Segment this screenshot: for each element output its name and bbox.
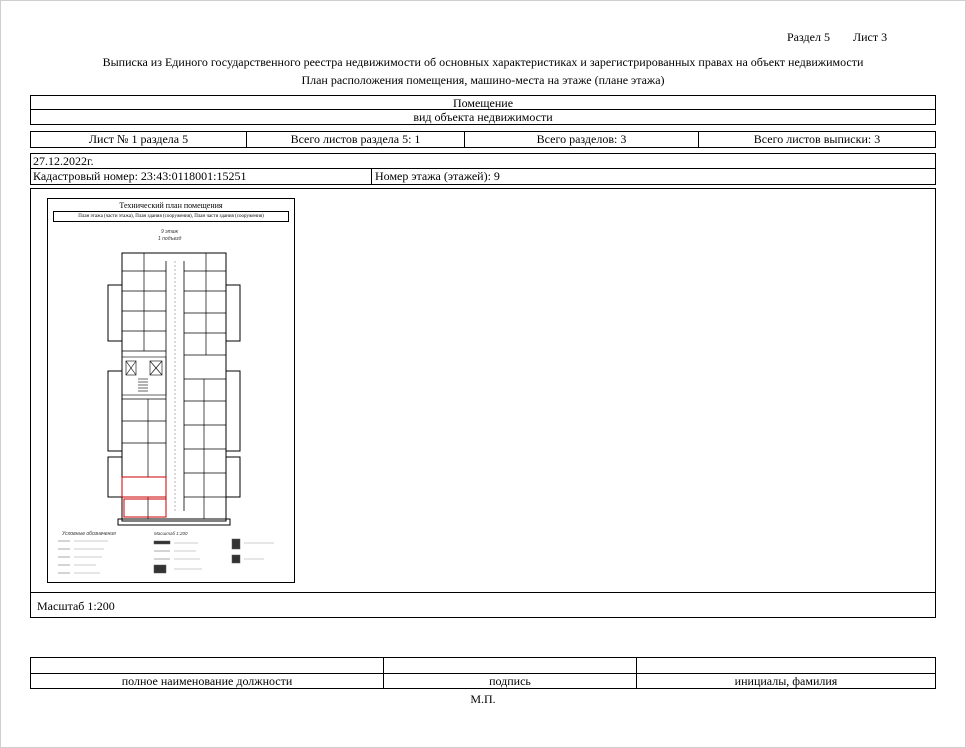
technical-plan-sheet: Технический план помещения План этажа (ч… — [47, 198, 295, 583]
name-caption: инициалы, фамилия — [636, 674, 935, 688]
legend-title: Условные обозначения — [62, 531, 116, 537]
total-sheets-section: Всего листов раздела 5: 1 — [246, 132, 464, 147]
total-sections: Всего разделов: 3 — [464, 132, 698, 147]
floor-sub-label: 1 подъезд — [158, 236, 182, 242]
sheet-number: Лист № 1 раздела 5 — [88, 132, 189, 146]
plan-scale-note: Масштаб 1:200 — [154, 531, 188, 536]
position-caption: полное наименование должности — [121, 674, 293, 688]
extract-date: 27.12.2022г. — [30, 153, 936, 169]
corridor — [165, 261, 185, 511]
signature-captions-row: полное наименование должности подпись ин… — [30, 674, 936, 689]
stamp-place: М.П. — [470, 692, 496, 706]
document-subtitle: План расположения помещения, машино-мест… — [301, 73, 665, 87]
floor-number: Номер этажа (этажей): 9 — [371, 169, 500, 184]
section-label: Раздел 5 — [787, 30, 830, 44]
cadastral-number: Кадастровый номер: 23:43:0118001:15251 — [33, 169, 247, 183]
sheet-label: Лист 3 — [853, 30, 888, 44]
total-sheets-extract: Всего листов выписки: 3 — [698, 132, 935, 147]
floor-label: 9 этаж — [161, 229, 179, 235]
building-outline — [107, 252, 241, 526]
sig-divider-2 — [636, 658, 637, 673]
scale-label: Масштаб 1:200 — [30, 593, 936, 618]
document-title: Выписка из Единого государственного реес… — [102, 55, 864, 69]
floor-plan-drawing: 9 этаж 1 подъезд Условные обозначения Ма… — [58, 229, 274, 574]
sign-caption: подпись — [383, 674, 636, 688]
plan-title: Технический план помещения — [119, 201, 223, 210]
sig-divider-1 — [383, 658, 384, 673]
legend: Условные обозначения Масштаб 1:200 — [58, 531, 274, 574]
signature-fields-row — [30, 657, 936, 674]
object-type-value: Помещение — [30, 95, 936, 110]
sheets-row: Лист № 1 раздела 5 Всего листов раздела … — [30, 131, 936, 148]
interior-walls — [122, 253, 226, 519]
stair-lift-block — [121, 356, 167, 396]
object-type-caption: вид объекта недвижимости — [30, 110, 936, 125]
subject-premises — [121, 476, 167, 518]
cadastral-row: Кадастровый номер: 23:43:0118001:15251 Н… — [30, 169, 936, 185]
